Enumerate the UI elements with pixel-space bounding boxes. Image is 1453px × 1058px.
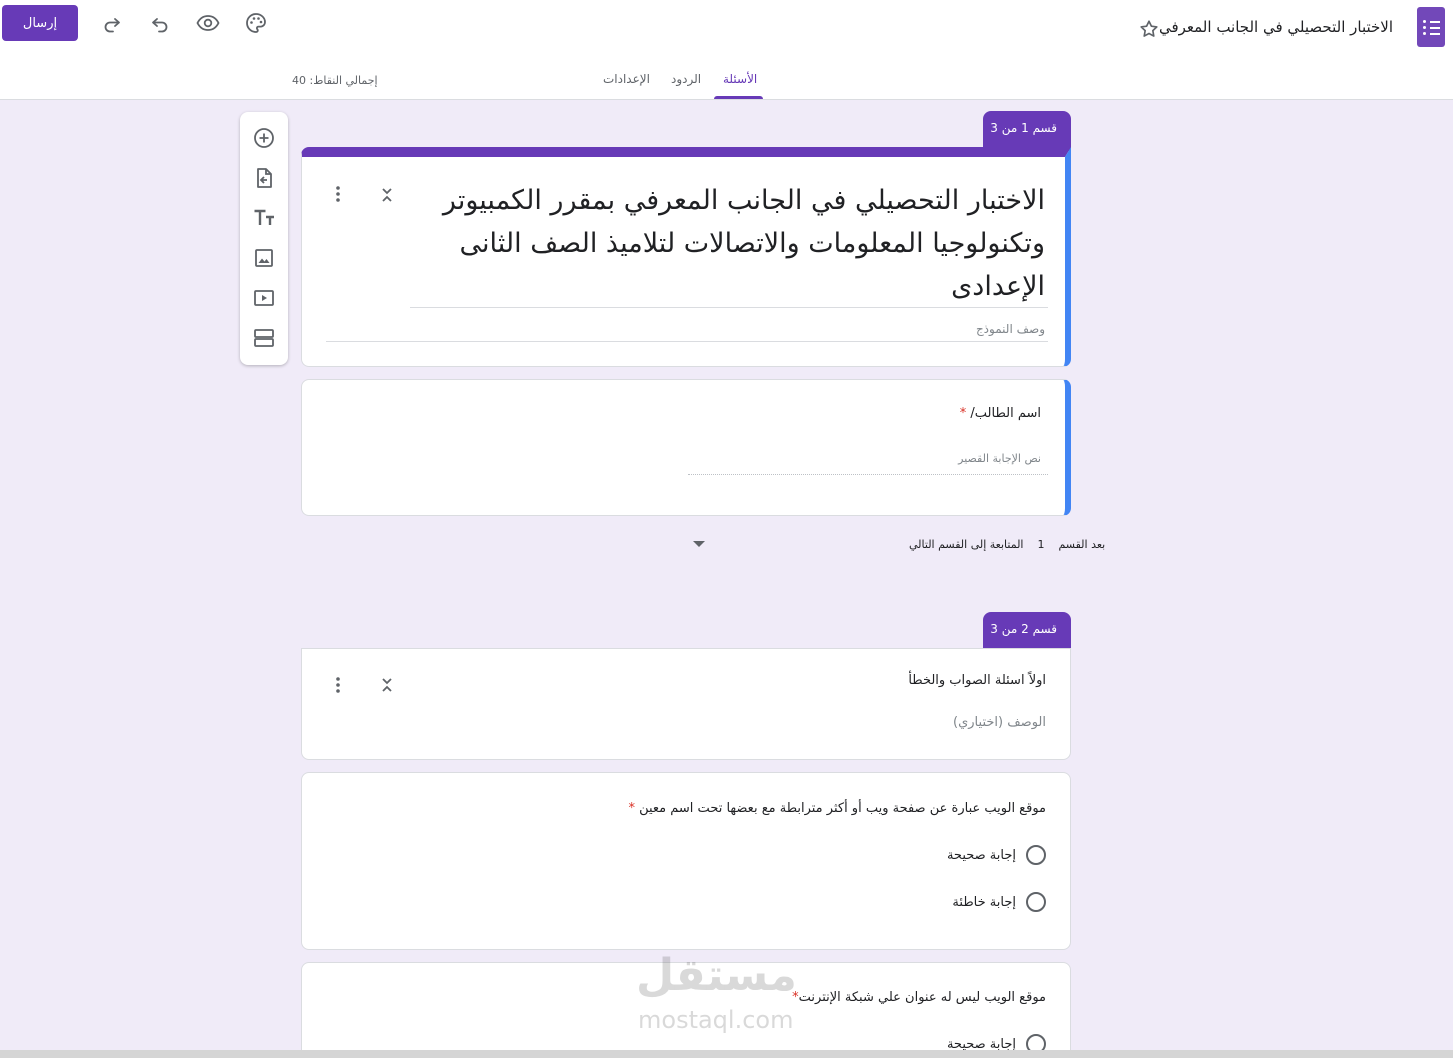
import-questions-icon[interactable] xyxy=(252,166,276,190)
add-title-icon[interactable] xyxy=(252,206,276,230)
after-section-navigation[interactable]: بعد القسم 1 المتابعة إلى القسم التالي xyxy=(895,538,1105,551)
preview-eye-icon[interactable] xyxy=(196,11,220,35)
form-description-field[interactable]: وصف النموذج xyxy=(976,322,1045,336)
add-video-icon[interactable] xyxy=(252,286,276,310)
more-options-icon[interactable] xyxy=(328,675,348,695)
add-question-icon[interactable] xyxy=(252,126,276,150)
redo-icon[interactable] xyxy=(100,11,124,35)
question-card-2[interactable]: موقع الويب ليس له عنوان علي شبكة الإنترن… xyxy=(301,962,1071,1058)
option-label: إجابة خاطئة xyxy=(952,894,1016,910)
logo-dot xyxy=(1423,20,1426,23)
collapse-icon[interactable] xyxy=(377,675,397,695)
tab-settings[interactable]: الإعدادات xyxy=(603,72,650,86)
question-card-student-name[interactable]: اسم الطالب/ * نص الإجابة القصير xyxy=(301,379,1071,516)
after-section-label: بعد القسم xyxy=(1058,538,1106,551)
undo-icon[interactable] xyxy=(148,11,172,35)
question-text: موقع الويب عبارة عن صفحة ويب أو أكثر متر… xyxy=(639,801,1046,816)
section-2-tab: قسم 2 من 3 xyxy=(983,612,1071,652)
form-header-card[interactable]: الاختبار التحصيلي في الجانب المعرفي بمقر… xyxy=(301,147,1071,367)
short-answer-underline xyxy=(688,474,1048,475)
question-title: اسم الطالب/ * xyxy=(960,406,1041,421)
palette-icon[interactable] xyxy=(244,11,268,35)
tab-questions[interactable]: الأسئلة xyxy=(723,72,757,86)
section-2-description[interactable]: الوصف (اختياري) xyxy=(953,715,1046,730)
add-section-icon[interactable] xyxy=(252,326,276,350)
add-image-icon[interactable] xyxy=(252,246,276,270)
logo-line xyxy=(1430,33,1440,35)
logo-line xyxy=(1430,21,1440,23)
top-bar: الاختبار التحصيلي في الجانب المعرفي إرسا… xyxy=(0,0,1453,100)
side-toolbar xyxy=(240,112,288,365)
total-points: إجمالي النقاط: 40 xyxy=(292,74,378,87)
required-mark: * xyxy=(628,801,635,816)
after-section-number: 1 xyxy=(1037,538,1045,551)
question-card-1[interactable]: موقع الويب عبارة عن صفحة ويب أو أكثر متر… xyxy=(301,772,1071,950)
document-title[interactable]: الاختبار التحصيلي في الجانب المعرفي xyxy=(1159,18,1393,36)
section-1-tab: قسم 1 من 3 xyxy=(983,111,1071,151)
question-text: موقع الويب ليس له عنوان علي شبكة الإنترن… xyxy=(798,990,1046,1005)
title-underline xyxy=(410,307,1048,308)
logo-dot xyxy=(1423,32,1426,35)
radio-button[interactable] xyxy=(1026,845,1046,865)
required-mark: * xyxy=(959,406,967,421)
logo-line xyxy=(1430,27,1440,29)
radio-button[interactable] xyxy=(1026,892,1046,912)
description-underline xyxy=(326,341,1048,342)
question-title: موقع الويب ليس له عنوان علي شبكة الإنترن… xyxy=(792,990,1046,1005)
collapse-icon[interactable] xyxy=(377,185,397,205)
send-button[interactable]: إرسال xyxy=(2,5,78,41)
forms-logo-icon[interactable] xyxy=(1417,7,1445,47)
logo-dot xyxy=(1423,26,1426,29)
section-2-title[interactable]: اولاً اسئلة الصواب والخطأ xyxy=(908,673,1046,688)
option-label: إجابة صحيحة xyxy=(946,847,1016,863)
form-title[interactable]: الاختبار التحصيلي في الجانب المعرفي بمقر… xyxy=(405,179,1045,308)
tab-responses[interactable]: الردود xyxy=(671,72,701,86)
short-answer-placeholder: نص الإجابة القصير xyxy=(958,452,1041,465)
star-icon[interactable] xyxy=(1138,18,1160,40)
dropdown-arrow-icon[interactable] xyxy=(693,541,705,547)
form-tabs: الأسئلة الردود الإعدادات إجمالي النقاط: … xyxy=(0,60,1453,100)
active-tab-indicator xyxy=(714,96,763,99)
question-text: اسم الطالب/ xyxy=(970,406,1041,421)
after-section-value[interactable]: المتابعة إلى القسم التالي xyxy=(909,538,1023,551)
more-options-icon[interactable] xyxy=(328,184,348,204)
section-2-header-card[interactable]: اولاً اسئلة الصواب والخطأ الوصف (اختياري… xyxy=(301,648,1071,760)
question-title: موقع الويب عبارة عن صفحة ويب أو أكثر متر… xyxy=(628,801,1046,816)
bottom-scroll-strip xyxy=(0,1050,1453,1058)
option-true[interactable]: إجابة صحيحة xyxy=(947,845,1046,865)
option-false[interactable]: إجابة خاطئة xyxy=(952,892,1046,912)
